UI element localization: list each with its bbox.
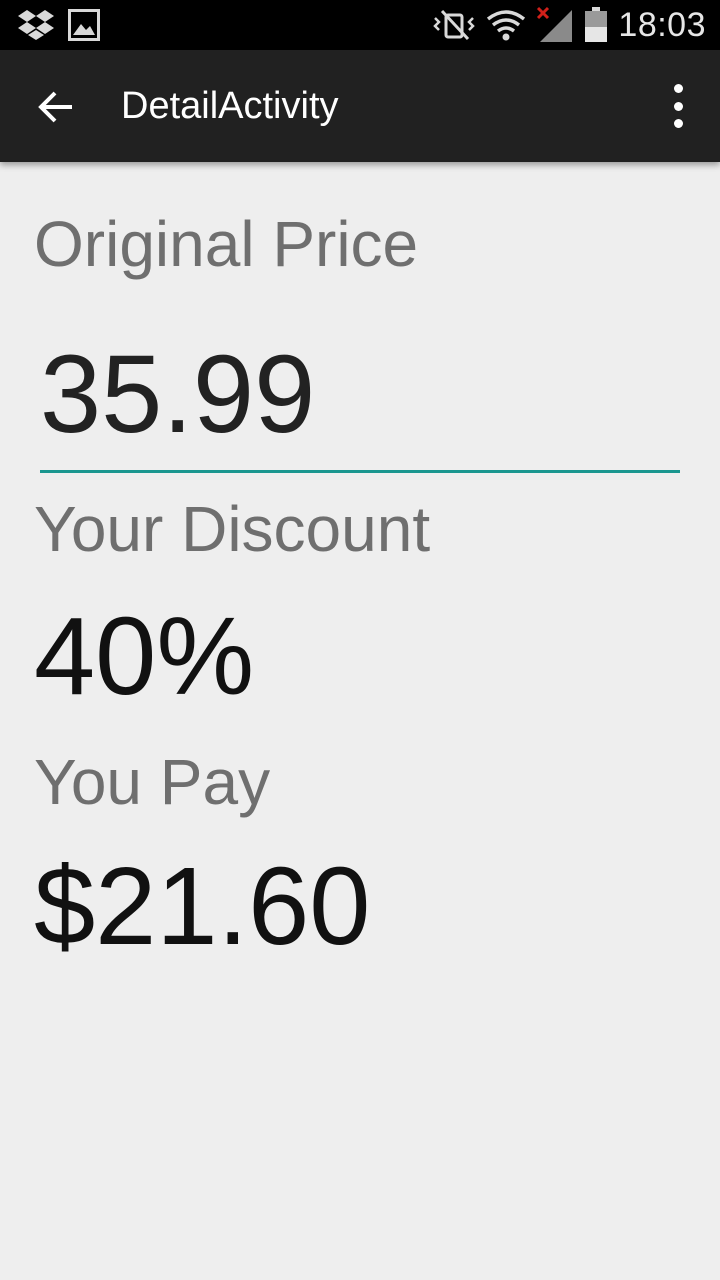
dropbox-icon: [18, 10, 54, 40]
app-bar: DetailActivity: [0, 50, 720, 162]
discount-value: 40%: [34, 595, 255, 718]
battery-icon: [585, 7, 608, 42]
you-pay-value: $21.60: [34, 845, 371, 968]
vibrate-mute-icon: [433, 9, 476, 41]
page-title: DetailActivity: [121, 85, 339, 127]
image-icon: [68, 9, 100, 41]
signal-no-service-icon: [537, 6, 573, 42]
more-vert-icon[interactable]: [666, 84, 690, 128]
clock: 18:03: [618, 5, 706, 44]
original-price-label: Original Price: [34, 208, 419, 280]
back-button[interactable]: [30, 81, 82, 133]
discount-label: Your Discount: [34, 493, 431, 565]
wifi-icon: [487, 10, 526, 41]
original-price-input[interactable]: [40, 318, 680, 473]
you-pay-label: You Pay: [34, 746, 271, 818]
status-bar-notifications: [18, 8, 100, 42]
status-bar: 18:03: [0, 0, 720, 50]
arrow-back-icon: [38, 91, 72, 123]
status-bar-system: 18:03: [432, 4, 706, 46]
